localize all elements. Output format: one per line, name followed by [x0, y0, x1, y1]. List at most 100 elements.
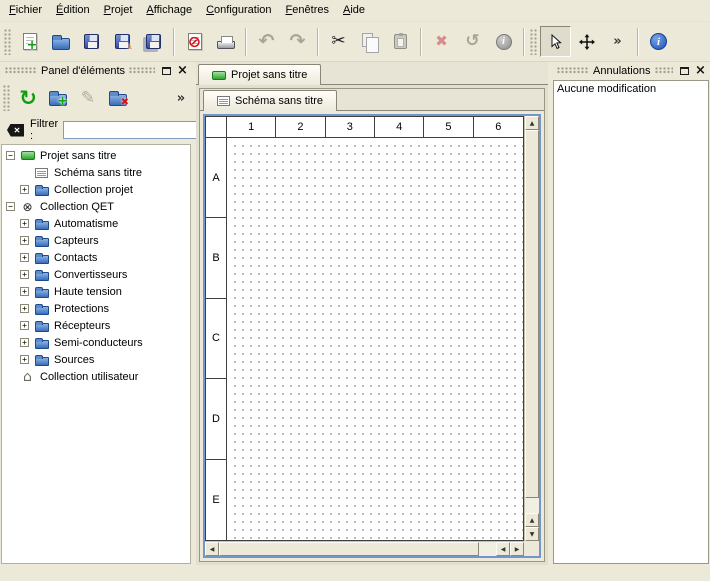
undo-history-list[interactable]: Aucune modification	[553, 80, 709, 564]
expand-icon[interactable]: +	[20, 321, 29, 330]
elements-panel-titlebar[interactable]: Panel d'éléments ×	[0, 62, 192, 79]
save-button[interactable]	[76, 26, 107, 57]
expand-icon[interactable]: +	[20, 253, 29, 262]
tree-item-collection-utilisateur[interactable]: ⌂ Collection utilisateur	[2, 368, 190, 385]
menu-projet[interactable]: Projet	[97, 0, 140, 21]
tree-item-automatisme[interactable]: + Automatisme	[2, 215, 190, 232]
menu-fichier[interactable]: Fichier	[2, 0, 49, 21]
close-panel-button[interactable]: ×	[175, 64, 190, 78]
toolbar-separator	[317, 28, 319, 56]
dock-grip[interactable]	[655, 67, 674, 74]
dock-grip[interactable]	[557, 67, 589, 74]
expand-icon[interactable]: +	[20, 270, 29, 279]
open-folder-icon	[52, 38, 70, 50]
tree-item-collection-projet[interactable]: + Collection projet	[2, 181, 190, 198]
dock-grip[interactable]	[129, 67, 155, 74]
rotate-icon: ↺	[465, 33, 479, 50]
collapse-icon[interactable]: −	[6, 151, 15, 160]
tree-item-recepteurs[interactable]: + Récepteurs	[2, 317, 190, 334]
tree-item-semi-conducteurs[interactable]: + Semi-conducteurs	[2, 334, 190, 351]
expand-icon[interactable]: +	[20, 219, 29, 228]
move-tool-button[interactable]	[571, 26, 602, 57]
expand-icon[interactable]: +	[20, 185, 29, 194]
tree-item-convertisseurs[interactable]: + Convertisseurs	[2, 266, 190, 283]
save-as-button[interactable]: ✎	[107, 26, 138, 57]
delete-button[interactable]: ✖	[426, 26, 457, 57]
toolbar-grip[interactable]	[4, 29, 11, 55]
tree-item-capteurs[interactable]: + Capteurs	[2, 232, 190, 249]
horizontal-scrollbar[interactable]: ◀ ◀ ▶	[205, 541, 524, 556]
close-file-button[interactable]: ⊘	[179, 26, 210, 57]
menu-aide[interactable]: Aide	[336, 0, 372, 21]
horizontal-scroll-thumb[interactable]	[219, 542, 479, 556]
expand-icon[interactable]: +	[20, 355, 29, 364]
menu-affichage[interactable]: Affichage	[139, 0, 199, 21]
scroll-down-button[interactable]: ▼	[525, 527, 539, 541]
tree-item-protections[interactable]: + Protections	[2, 300, 190, 317]
paste-button[interactable]	[385, 26, 416, 57]
open-file-button[interactable]	[45, 26, 76, 57]
expand-icon[interactable]: +	[20, 338, 29, 347]
vertical-scrollbar[interactable]: ▲ ▲ ▼	[524, 116, 539, 541]
filter-input[interactable]	[63, 121, 213, 139]
undo-panel-title: Annulations	[592, 65, 652, 77]
collapse-icon[interactable]: −	[6, 202, 15, 211]
tree-item-collection-qet[interactable]: − ⊗ Collection QET	[2, 198, 190, 215]
ruler-corner	[206, 117, 227, 138]
vertical-scroll-track[interactable]	[525, 130, 539, 513]
clear-filter-button[interactable]: ✕	[6, 123, 25, 137]
scroll-up-button[interactable]: ▲	[525, 116, 539, 130]
tab-schema-sans-titre[interactable]: Schéma sans titre	[203, 90, 337, 111]
new-element-button[interactable]: +	[43, 83, 73, 113]
tree-item-schema-sans-titre[interactable]: Schéma sans titre	[2, 164, 190, 181]
toolbar-grip[interactable]	[3, 85, 10, 111]
edit-element-button[interactable]: ✎	[73, 83, 103, 113]
element-info-button[interactable]: i	[488, 26, 519, 57]
schema-tab-bar: Schéma sans titre	[200, 89, 544, 111]
arrow-left-icon: ◀	[210, 546, 215, 553]
reload-collections-button[interactable]: ↻	[13, 83, 43, 113]
copy-button[interactable]	[354, 26, 385, 57]
new-file-button[interactable]: +	[14, 26, 45, 57]
select-tool-button[interactable]	[540, 26, 571, 57]
clear-filter-icon: ✕	[7, 124, 24, 137]
save-all-button[interactable]	[138, 26, 169, 57]
undo-button[interactable]: ↶	[251, 26, 282, 57]
info-circle-icon: i	[496, 34, 512, 50]
tree-item-contacts[interactable]: + Contacts	[2, 249, 190, 266]
redo-icon: ↷	[290, 32, 306, 51]
rotate-button[interactable]: ↺	[457, 26, 488, 57]
project-tab-bar: Projet sans titre	[196, 62, 548, 85]
float-panel-button[interactable]	[677, 64, 692, 78]
arrow-left-icon: ◀	[501, 546, 506, 553]
panel-toolbar-overflow-button[interactable]: »	[172, 83, 190, 114]
undo-panel-titlebar[interactable]: Annulations ×	[552, 62, 710, 79]
tree-item-sources[interactable]: + Sources	[2, 351, 190, 368]
help-about-button[interactable]: i	[643, 26, 674, 57]
tree-item-projet-sans-titre[interactable]: − Projet sans titre	[2, 147, 190, 164]
menu-fenetres[interactable]: Fenêtres	[279, 0, 336, 21]
expand-icon[interactable]: +	[20, 236, 29, 245]
scroll-left-button[interactable]: ◀	[496, 542, 510, 556]
dock-grip[interactable]	[5, 67, 37, 74]
tree-item-haute-tension[interactable]: + Haute tension	[2, 283, 190, 300]
scroll-left-button[interactable]: ◀	[205, 542, 219, 556]
scroll-right-button[interactable]: ▶	[510, 542, 524, 556]
expand-icon[interactable]: +	[20, 304, 29, 313]
menu-edition[interactable]: Édition	[49, 0, 97, 21]
toolbar-grip[interactable]	[530, 29, 537, 55]
horizontal-scroll-track[interactable]	[219, 542, 496, 556]
close-panel-button[interactable]: ×	[693, 64, 708, 78]
delete-element-button[interactable]: ✖	[103, 83, 133, 113]
print-button[interactable]	[210, 26, 241, 57]
redo-button[interactable]: ↷	[282, 26, 313, 57]
drawing-canvas[interactable]	[228, 139, 523, 540]
menu-configuration[interactable]: Configuration	[199, 0, 278, 21]
tab-projet-sans-titre[interactable]: Projet sans titre	[198, 64, 321, 85]
vertical-scroll-thumb[interactable]	[525, 130, 539, 498]
toolbar-overflow-button[interactable]: »	[602, 26, 633, 57]
scroll-up-button[interactable]: ▲	[525, 513, 539, 527]
cut-button[interactable]: ✂	[323, 26, 354, 57]
expand-icon[interactable]: +	[20, 287, 29, 296]
float-panel-button[interactable]	[159, 64, 174, 78]
